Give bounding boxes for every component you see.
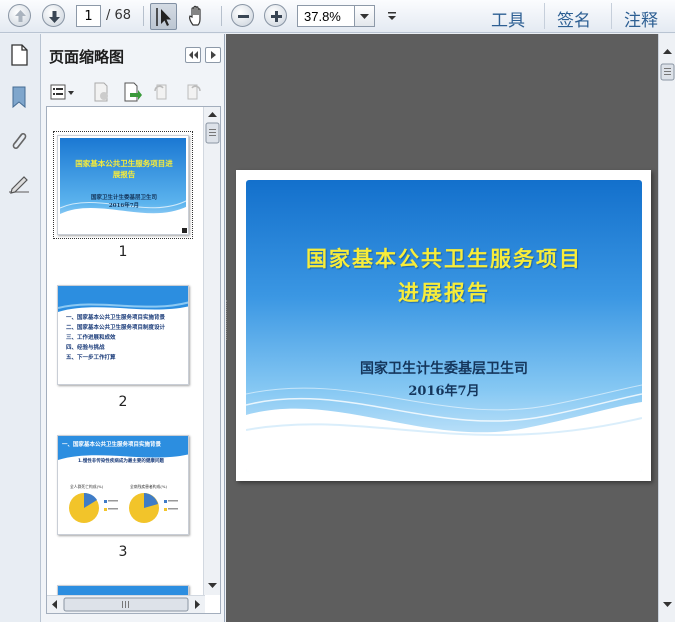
thumb-2-item: 一、国家基本公共卫生服务项目实施背景 [66,315,166,321]
panel-splitter[interactable] [226,300,228,340]
delete-page-icon [94,82,108,102]
zoom-in-button[interactable] [264,4,287,27]
thumbnail-page-2[interactable]: 一、国家基本公共卫生服务项目实施背景 二、国家基本公共卫生服务项目制度设计 三、… [57,285,189,385]
next-page-button[interactable] [42,4,65,27]
thumbnail-options-button[interactable] [48,81,76,103]
thumbnail-panel: 页面缩略图 国家基本公共卫生服务项目进展报告 国家卫生计生委基层卫生司 2016… [41,34,225,622]
bookmarks-panel-button[interactable] [6,84,32,110]
slide-title: 国家基本公共卫生服务项目 进展报告 [246,242,642,310]
signature-pen-icon [9,176,29,194]
pages-panel-button[interactable] [6,42,32,68]
page-number-input[interactable] [76,5,101,27]
resize-handle[interactable] [182,228,187,233]
plus-icon [271,11,282,22]
thumb-2-item: 三、工作进展和成效 [66,335,116,341]
document-page: 国家基本公共卫生服务项目 进展报告 国家卫生计生委基层卫生司 2016年7月 [236,170,651,481]
overflow-arrow-icon [388,12,396,20]
extract-page-button[interactable] [121,81,143,103]
panel-header: 页面缩略图 [41,34,225,76]
tools-menu-button[interactable]: 工具 [491,6,525,31]
chevron-right-icon [211,51,216,59]
slide-date: 2016年7月 [408,384,480,399]
thumb-1-org: 国家卫生计生委基层卫生司 [90,195,157,201]
document-viewer[interactable]: 国家基本公共卫生服务项目 进展报告 国家卫生计生委基层卫生司 2016年7月 [226,34,658,622]
toolbar-divider [221,6,222,26]
thumb-2-item: 二、国家基本公共卫生服务项目制度设计 [66,325,166,331]
rotate-right-icon [187,84,201,100]
list-options-icon [50,84,74,100]
menu-divider [544,3,545,29]
bookmark-icon [12,86,26,109]
panel-options-button[interactable] [205,47,221,63]
arrow-up-icon [15,10,26,22]
pages-icon [11,44,28,66]
pie-charts [69,492,178,523]
document-vertical-scrollbar[interactable] [658,34,675,622]
thumbnail-vertical-scrollbar[interactable] [203,107,220,595]
signatures-panel-button[interactable] [6,172,32,198]
select-tool-button[interactable] [150,3,177,30]
comment-menu-button[interactable]: 注释 [624,6,658,31]
rotate-left-button[interactable] [151,81,173,103]
thumbnail-list[interactable]: 国家基本公共卫生服务项目进展报告 国家卫生计生委基层卫生司 2016年7月 1 … [46,106,221,614]
extract-page-icon [124,82,142,102]
arrow-down-icon [49,11,60,23]
thumbnail-number-3: 3 [118,544,128,560]
thumb-1-title: 国家基本公共卫生服务项目进展报告 [75,159,173,179]
panel-toolbar [41,78,225,106]
thumb-2-item: 五、下一步工作打算 [66,355,116,361]
double-chevron-left-icon [189,51,198,59]
thumbnail-page-3[interactable]: 一、国家基本公共卫生服务项目实施背景 1.慢性非传染性疾病成为最主要的健康问题 … [57,435,189,535]
delete-page-button[interactable] [90,81,112,103]
toolbar-divider [143,6,144,26]
thumbnail-number-2: 2 [118,394,128,410]
more-tools-button[interactable] [385,10,399,24]
rotate-left-icon [154,84,167,100]
scrollbar-arrows-icon [660,49,675,607]
slide: 国家基本公共卫生服务项目 进展报告 国家卫生计生委基层卫生司 2016年7月 [246,180,642,472]
sign-menu-button[interactable]: 签名 [557,6,591,31]
previous-page-button[interactable] [8,4,31,27]
navigation-strip [0,34,41,622]
collapse-panel-button[interactable] [185,47,201,63]
slide-title-line-1: 国家基本公共卫生服务项目 [306,246,582,271]
rotate-right-button[interactable] [182,81,204,103]
thumbnail-page-1[interactable]: 国家基本公共卫生服务项目进展报告 国家卫生计生委基层卫生司 2016年7月 [53,131,193,239]
thumbnail-horizontal-scrollbar[interactable] [47,595,205,613]
thumbnail-number-1: 1 [118,244,128,260]
panel-title: 页面缩略图 [49,48,125,66]
menu-divider [611,3,612,29]
slide-organization: 国家卫生计生委基层卫生司 [360,361,528,377]
slide-title-line-2: 进展报告 [398,280,490,305]
hand-tool-button[interactable] [185,4,211,28]
minus-icon [238,15,249,18]
thumb-1-date: 2016年7月 [108,203,140,209]
zoom-dropdown-button[interactable] [355,5,375,27]
wave-decoration [246,384,642,472]
paperclip-icon [12,132,27,150]
wave-decoration [59,199,188,234]
hand-icon [189,5,201,26]
scrollbar-arrows-icon [52,597,200,612]
chevron-down-icon [360,14,369,19]
thumb-2-item: 四、经验与挑战 [66,345,105,351]
attachments-panel-button[interactable] [6,128,32,154]
zoom-level-input[interactable] [297,5,355,27]
zoom-out-button[interactable] [231,4,254,27]
main-toolbar: / 68 工具 签名 注释 [0,0,675,33]
scrollbar-arrows-icon [205,112,220,588]
page-total: / 68 [106,8,132,23]
cursor-select-icon [156,8,171,26]
